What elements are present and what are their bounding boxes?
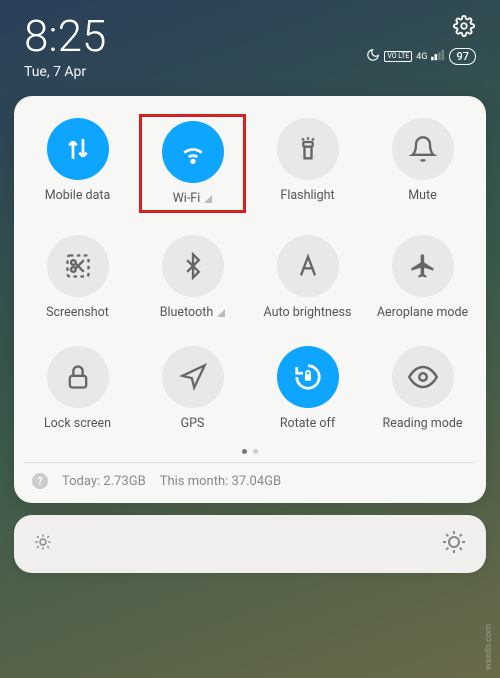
tile-rotate[interactable]: Rotate off (254, 342, 361, 435)
page-dot-2[interactable] (253, 449, 258, 454)
tile-label: Aeroplane mode (377, 305, 468, 320)
letter-a-icon[interactable] (277, 235, 339, 297)
brightness-low-icon (34, 533, 52, 555)
brightness-slider[interactable] (14, 515, 486, 573)
tile-lock-screen[interactable]: Lock screen (24, 342, 131, 435)
tile-wifi[interactable]: Wi-Fi (139, 114, 246, 213)
tile-label: Bluetooth (160, 305, 226, 320)
brightness-high-icon (442, 530, 466, 558)
page-indicator[interactable] (24, 449, 476, 454)
tile-label: Mobile data (45, 188, 111, 203)
bell-icon[interactable] (392, 118, 454, 180)
tile-mobile-data[interactable]: Mobile data (24, 114, 131, 213)
tile-screenshot[interactable]: Screenshot (24, 231, 131, 324)
airplane-icon[interactable] (392, 235, 454, 297)
tile-label: Rotate off (280, 416, 335, 431)
status-icons: VO LTE 4G 97 (366, 48, 476, 65)
clock-time: 8:25 (24, 14, 106, 58)
data-month: This month: 37.04GB (160, 474, 281, 489)
flashlight-icon[interactable] (277, 118, 339, 180)
expand-indicator-icon (217, 309, 225, 317)
quick-settings-panel: Mobile data Wi-Fi Flashlight Mute Screenshot… (14, 96, 486, 503)
tile-gps[interactable]: GPS (139, 342, 246, 435)
tile-label: Lock screen (44, 416, 111, 431)
tile-label: Reading mode (382, 416, 462, 431)
tile-auto-brightness[interactable]: Auto brightness (254, 231, 361, 324)
quick-settings-grid: Mobile data Wi-Fi Flashlight Mute Screenshot… (24, 114, 476, 435)
scissors-icon[interactable] (47, 235, 109, 297)
tile-label: GPS (181, 416, 205, 431)
lock-icon[interactable] (47, 346, 109, 408)
tile-flashlight[interactable]: Flashlight (254, 114, 361, 213)
tile-mute[interactable]: Mute (369, 114, 476, 213)
rotate-lock-icon[interactable] (277, 346, 339, 408)
clock-date: Tue, 7 Apr (24, 64, 106, 80)
eye-icon[interactable] (392, 346, 454, 408)
tile-reading[interactable]: Reading mode (369, 342, 476, 435)
battery-indicator: 97 (449, 48, 476, 65)
tile-aeroplane[interactable]: Aeroplane mode (369, 231, 476, 324)
data-arrows-icon[interactable] (47, 118, 109, 180)
nav-arrow-icon[interactable] (162, 346, 224, 408)
dnd-moon-icon (366, 48, 380, 65)
tile-label: Mute (408, 188, 437, 203)
tile-label: Auto brightness (264, 305, 352, 320)
tile-label: Wi-Fi (173, 191, 213, 206)
data-today: Today: 2.73GB (62, 474, 146, 489)
tile-bluetooth[interactable]: Bluetooth (139, 231, 246, 324)
settings-icon[interactable] (452, 14, 476, 38)
wifi-icon[interactable] (162, 121, 224, 183)
data-usage-footer[interactable]: ? Today: 2.73GB This month: 37.04GB (24, 462, 476, 493)
tile-label: Flashlight (280, 188, 334, 203)
volte-badge: VO LTE (384, 51, 412, 61)
bluetooth-icon[interactable] (162, 235, 224, 297)
help-icon[interactable]: ? (32, 473, 48, 489)
signal-bars-icon (431, 49, 445, 64)
status-bar: 8:25 Tue, 7 Apr VO LTE 4G 97 (0, 0, 500, 88)
tile-label: Screenshot (46, 305, 109, 320)
watermark: wsxdn.com (484, 624, 494, 670)
network-type: 4G (416, 52, 427, 62)
page-dot-1[interactable] (242, 449, 247, 454)
expand-indicator-icon (204, 195, 212, 203)
